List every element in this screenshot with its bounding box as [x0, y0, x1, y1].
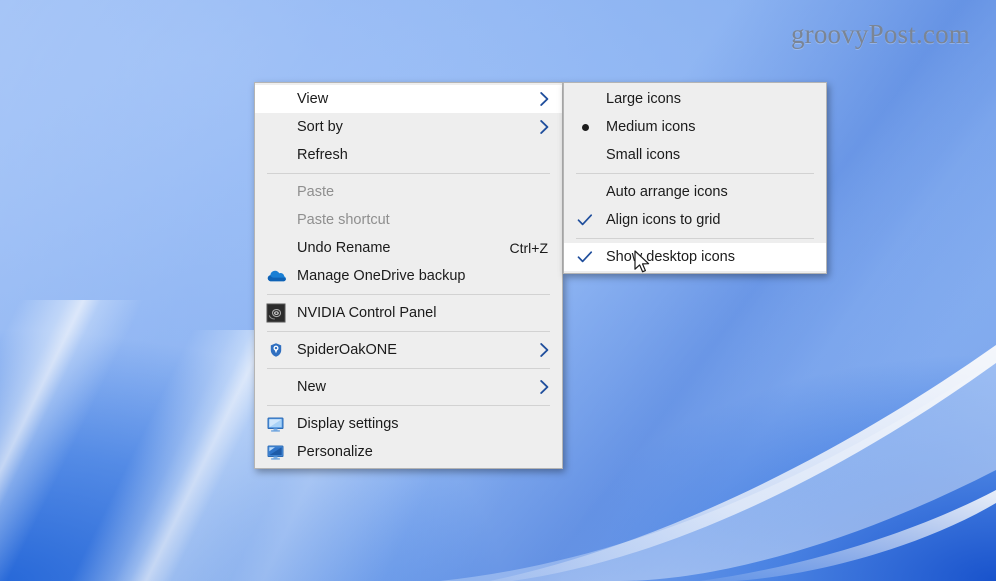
menu-item-personalize[interactable]: Personalize — [255, 438, 562, 466]
marker-placeholder — [574, 181, 596, 203]
spideroak-icon — [265, 339, 287, 361]
menu-item-manage-onedrive-backup[interactable]: Manage OneDrive backup — [255, 262, 562, 290]
submenu-item-small-icons[interactable]: Small icons — [564, 141, 826, 169]
submenu-item-label: Align icons to grid — [606, 213, 720, 228]
marker-placeholder — [574, 144, 596, 166]
radio-selected-icon — [574, 116, 596, 138]
icon-placeholder — [265, 88, 287, 110]
submenu-item-label: Small icons — [606, 148, 680, 163]
icon-placeholder — [265, 116, 287, 138]
monitor-icon — [265, 413, 287, 435]
submenu-item-medium-icons[interactable]: Medium icons — [564, 113, 826, 141]
menu-separator — [267, 405, 550, 406]
menu-item-label: Display settings — [297, 417, 399, 432]
chevron-right-icon — [539, 91, 552, 107]
view-submenu[interactable]: Large icons Medium icons Small icons Auto a… — [563, 82, 827, 274]
icon-placeholder — [265, 181, 287, 203]
menu-separator — [267, 368, 550, 369]
menu-item-label: NVIDIA Control Panel — [297, 306, 436, 321]
onedrive-icon — [265, 265, 287, 287]
chevron-right-icon — [539, 379, 552, 395]
menu-item-refresh[interactable]: Refresh — [255, 141, 562, 169]
menu-separator — [267, 331, 550, 332]
submenu-separator — [576, 173, 814, 174]
submenu-item-label: Auto arrange icons — [606, 185, 728, 200]
menu-item-label: New — [297, 380, 326, 395]
icon-placeholder — [265, 209, 287, 231]
menu-item-view[interactable]: View — [255, 85, 562, 113]
submenu-item-auto-arrange-icons[interactable]: Auto arrange icons — [564, 178, 826, 206]
menu-separator — [267, 173, 550, 174]
menu-separator — [267, 294, 550, 295]
menu-item-sort-by[interactable]: Sort by — [255, 113, 562, 141]
menu-item-display-settings[interactable]: Display settings — [255, 410, 562, 438]
desktop-context-menu[interactable]: View Sort by Refresh Paste Paste shortcut Und… — [254, 82, 563, 469]
menu-item-label: Paste shortcut — [297, 213, 390, 228]
submenu-item-align-icons-to-grid[interactable]: Align icons to grid — [564, 206, 826, 234]
chevron-right-icon — [539, 119, 552, 135]
menu-item-undo-rename[interactable]: Undo Rename Ctrl+Z — [255, 234, 562, 262]
menu-item-label: Sort by — [297, 120, 343, 135]
menu-item-label: Paste — [297, 185, 334, 200]
submenu-item-large-icons[interactable]: Large icons — [564, 85, 826, 113]
desktop-screen: groovyPost.com View Sort by Refresh Paste Pa… — [0, 0, 996, 581]
icon-placeholder — [265, 144, 287, 166]
submenu-item-label: Large icons — [606, 92, 681, 107]
submenu-item-label: Show desktop icons — [606, 250, 735, 265]
menu-item-nvidia-control-panel[interactable]: NVIDIA Control Panel — [255, 299, 562, 327]
nvidia-icon — [265, 302, 287, 324]
menu-item-paste: Paste — [255, 178, 562, 206]
checkmark-icon — [574, 209, 596, 231]
chevron-right-icon — [539, 342, 552, 358]
menu-item-label: Undo Rename — [297, 241, 391, 256]
menu-item-new[interactable]: New — [255, 373, 562, 401]
icon-placeholder — [265, 376, 287, 398]
menu-item-label: SpiderOakONE — [297, 343, 397, 358]
submenu-item-label: Medium icons — [606, 120, 695, 135]
marker-placeholder — [574, 88, 596, 110]
personalize-icon — [265, 441, 287, 463]
menu-item-label: Personalize — [297, 445, 373, 460]
checkmark-icon — [574, 246, 596, 268]
radio-dot — [582, 124, 589, 131]
menu-item-label: View — [297, 92, 328, 107]
icon-placeholder — [265, 237, 287, 259]
submenu-item-show-desktop-icons[interactable]: Show desktop icons — [564, 243, 826, 271]
menu-item-spideroakone[interactable]: SpiderOakONE — [255, 336, 562, 364]
menu-item-label: Refresh — [297, 148, 348, 163]
menu-item-shortcut: Ctrl+Z — [510, 240, 553, 256]
watermark: groovyPost.com — [791, 19, 970, 50]
menu-item-label: Manage OneDrive backup — [297, 269, 465, 284]
submenu-separator — [576, 238, 814, 239]
menu-item-paste-shortcut: Paste shortcut — [255, 206, 562, 234]
